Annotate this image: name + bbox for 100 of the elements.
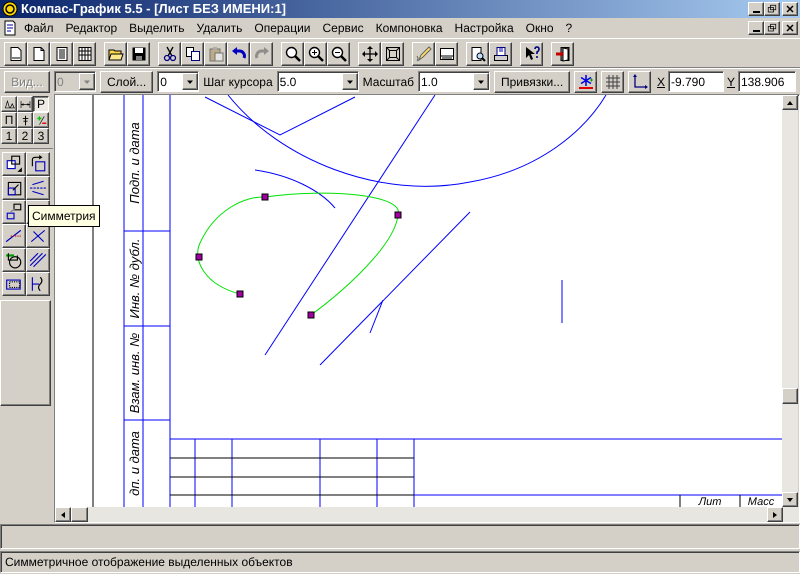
toolbar-button[interactable]: [281, 42, 304, 66]
scale-icon: [5, 179, 23, 197]
tool-button[interactable]: [2, 176, 26, 200]
close-button[interactable]: [782, 2, 798, 16]
toolbar-button[interactable]: [4, 42, 27, 66]
scroll-thumb[interactable]: [71, 507, 88, 522]
snowflake-icon: [578, 74, 594, 90]
restore-button[interactable]: [764, 21, 780, 35]
menu-item[interactable]: Операции: [248, 18, 316, 38]
tool-button[interactable]: [2, 272, 26, 296]
help-pointer-icon: [524, 46, 540, 62]
menu-item[interactable]: Сервис: [316, 18, 370, 38]
vertical-scrollbar[interactable]: [782, 95, 798, 507]
toolbar-button[interactable]: [551, 42, 574, 66]
tool-button[interactable]: [26, 272, 50, 296]
scroll-left-button[interactable]: [55, 507, 71, 522]
toolbar-button[interactable]: [158, 42, 181, 66]
tool-button[interactable]: [26, 248, 50, 272]
menu-item[interactable]: Редактор: [60, 18, 124, 38]
menu-item[interactable]: Настройка: [448, 18, 520, 38]
toolbar-button[interactable]: [227, 42, 250, 66]
tool-tab[interactable]: [17, 112, 33, 128]
tool-tab[interactable]: [33, 112, 49, 128]
blank-page-icon: [30, 46, 46, 62]
selection-handle[interactable]: [394, 212, 402, 218]
tool-button[interactable]: [2, 200, 26, 224]
compass-logo-icon: [2, 1, 18, 17]
tool-tab[interactable]: 3: [33, 128, 49, 144]
toolbar-button[interactable]: [466, 42, 489, 66]
x-coordinate-field[interactable]: -9.790: [668, 71, 724, 92]
stamp-label: дп. и дата: [127, 431, 142, 496]
tool-tab[interactable]: П: [1, 112, 17, 128]
toolbar-button[interactable]: [601, 70, 624, 92]
toolbar-button[interactable]: [104, 42, 127, 66]
window-title: Компас-График 5.5 - [Лист БЕЗ ИМЕНИ:1]: [21, 0, 286, 18]
tool-button[interactable]: [2, 248, 26, 272]
close-icon: [784, 22, 796, 34]
tool-tab[interactable]: 2: [17, 128, 33, 144]
menu-item[interactable]: Компоновка: [370, 18, 449, 38]
panel-icon: [438, 46, 454, 62]
y-coordinate-field[interactable]: 138.906: [738, 71, 796, 92]
menu-item[interactable]: Окно: [520, 18, 560, 38]
minimize-button[interactable]: [748, 21, 764, 35]
toolbar-button[interactable]: [304, 42, 327, 66]
selection-handle[interactable]: [308, 312, 314, 318]
tool-tab[interactable]: [1, 96, 17, 112]
toolbar-button[interactable]: [27, 42, 50, 66]
caret-icon: [83, 78, 91, 86]
close-button[interactable]: [782, 21, 798, 35]
toolbar-button[interactable]: [520, 42, 543, 66]
horizontal-scrollbar[interactable]: [55, 507, 799, 522]
selection-handle[interactable]: [196, 254, 202, 260]
text-page-icon: [54, 46, 70, 62]
toolbar-button[interactable]: [412, 42, 435, 66]
axes-icon: [632, 74, 648, 90]
scroll-up-button[interactable]: [782, 95, 798, 110]
toolbar-button[interactable]: [574, 70, 598, 92]
selection-handle[interactable]: [262, 194, 268, 200]
squares-icon: [5, 155, 23, 173]
toolbar-button[interactable]: [628, 70, 652, 92]
tool-tab[interactable]: 1: [1, 128, 17, 144]
restore-button[interactable]: [764, 2, 780, 16]
menu-item[interactable]: Выделить: [123, 18, 191, 38]
x-label: X: [656, 74, 665, 90]
stamp-label: Взам. инв. №: [127, 332, 142, 414]
exit-door-icon: [554, 46, 570, 62]
toolbar-button[interactable]: [489, 42, 512, 66]
tool-tab[interactable]: [17, 96, 33, 112]
tool-button[interactable]: [2, 152, 26, 176]
toolbar-button[interactable]: [327, 42, 350, 66]
menu-item[interactable]: Файл: [18, 18, 60, 38]
menu-item[interactable]: ?: [560, 18, 578, 38]
triangles-icon: [4, 98, 14, 110]
scroll-down-button[interactable]: [782, 492, 798, 507]
cursor-step-dropdown[interactable]: 5.0: [276, 71, 359, 92]
toolbar-button[interactable]: [73, 42, 96, 66]
scale-dropdown[interactable]: 1.0: [418, 71, 490, 92]
layer-dropdown[interactable]: 0: [157, 71, 200, 92]
toolbar-button[interactable]: [127, 42, 150, 66]
toolbar-button[interactable]: [358, 42, 381, 66]
toolbar-button[interactable]: [435, 42, 458, 66]
tool-button[interactable]: [26, 176, 50, 200]
toolbar-button[interactable]: [50, 42, 73, 66]
dimension-icon: [20, 98, 30, 110]
minimize-button[interactable]: [748, 2, 764, 16]
tool-button[interactable]: [26, 152, 50, 176]
selection-handle[interactable]: [236, 290, 244, 298]
menu-item[interactable]: Удалить: [190, 18, 248, 38]
close-icon: [784, 3, 796, 15]
tool-tab[interactable]: Р: [33, 96, 49, 112]
minimize-icon: [752, 30, 760, 32]
left-arrow-icon: [59, 510, 67, 518]
layer-button[interactable]: Слой...: [100, 70, 154, 92]
toolbar-button[interactable]: [381, 42, 404, 66]
snaps-button[interactable]: Привязки...: [494, 70, 570, 92]
scroll-right-button[interactable]: [767, 507, 783, 522]
scroll-thumb[interactable]: [782, 388, 798, 404]
toolbar-button[interactable]: [181, 42, 204, 66]
title-block-label: Масс: [748, 496, 774, 507]
tool-button[interactable]: [2, 224, 26, 248]
